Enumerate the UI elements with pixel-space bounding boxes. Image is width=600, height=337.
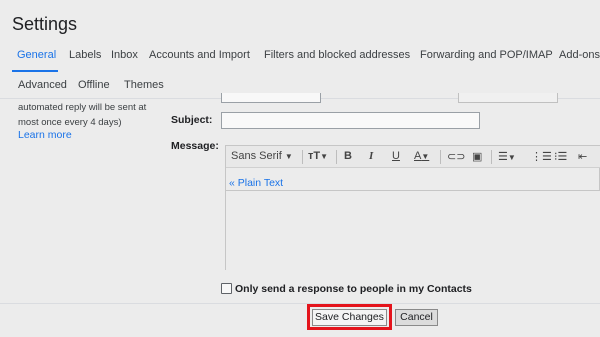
bold-icon[interactable]: B bbox=[344, 150, 352, 162]
page-title: Settings bbox=[12, 14, 78, 34]
contacts-only-checkbox[interactable] bbox=[221, 283, 232, 294]
subject-input[interactable] bbox=[221, 112, 480, 129]
active-tab-indicator bbox=[12, 70, 58, 72]
save-changes-button[interactable]: Save Changes bbox=[312, 309, 387, 326]
contacts-only-label: Only send a response to people in my Con… bbox=[235, 283, 472, 295]
tab-general[interactable]: General bbox=[17, 49, 56, 61]
toolbar-separator bbox=[440, 150, 441, 164]
indent-less-icon[interactable]: ⇤ bbox=[578, 150, 587, 163]
tab-labels[interactable]: Labels bbox=[69, 49, 101, 61]
toolbar-separator bbox=[491, 150, 492, 164]
tab-accounts-and-import[interactable]: Accounts and Import bbox=[149, 49, 250, 61]
tab-inbox[interactable]: Inbox bbox=[111, 49, 138, 61]
chevron-down-icon: ▼ bbox=[284, 152, 293, 161]
settings-tabs: General Labels Inbox Accounts and Import… bbox=[12, 49, 600, 71]
bulleted-list-icon[interactable]: ⁝☰ bbox=[554, 150, 567, 163]
vacation-note-line2: most once every 4 days) bbox=[18, 117, 122, 128]
bottom-divider bbox=[0, 303, 600, 304]
tab-add-ons[interactable]: Add-ons bbox=[559, 49, 600, 61]
last-day-input[interactable] bbox=[458, 93, 558, 103]
align-icon[interactable]: ☰▼ bbox=[498, 150, 516, 163]
message-editor[interactable]: Sans Serif ▼ тT▼ B I U A▼ ⊂⊃ ▣ ☰▼ ⋮☰ ⁝☰ … bbox=[225, 145, 600, 271]
toolbar-separator bbox=[302, 150, 303, 164]
vacation-note: automated reply will be sent at most onc… bbox=[18, 100, 168, 130]
toolbar-separator bbox=[336, 150, 337, 164]
numbered-list-icon[interactable]: ⋮☰ bbox=[531, 150, 552, 163]
plain-text-link[interactable]: « Plain Text bbox=[229, 177, 283, 189]
font-family-value: Sans Serif bbox=[231, 150, 282, 162]
first-day-input[interactable] bbox=[221, 93, 321, 103]
message-body[interactable] bbox=[226, 190, 600, 271]
vacation-note-line1: automated reply will be sent at bbox=[18, 102, 147, 113]
tab-filters[interactable]: Filters and blocked addresses bbox=[264, 49, 410, 61]
tab-advanced[interactable]: Advanced bbox=[18, 79, 67, 91]
formatting-toolbar: Sans Serif ▼ тT▼ B I U A▼ ⊂⊃ ▣ ☰▼ ⋮☰ ⁝☰ … bbox=[226, 146, 600, 168]
text-color-icon[interactable]: A▼ bbox=[414, 150, 429, 162]
cancel-button[interactable]: Cancel bbox=[395, 309, 438, 326]
image-icon[interactable]: ▣ bbox=[472, 150, 482, 163]
text-size-icon[interactable]: тT▼ bbox=[308, 150, 328, 162]
italic-icon[interactable]: I bbox=[369, 150, 373, 162]
learn-more-link[interactable]: Learn more bbox=[18, 129, 72, 141]
underline-icon[interactable]: U bbox=[392, 150, 400, 162]
tab-forwarding[interactable]: Forwarding and POP/IMAP bbox=[420, 49, 553, 61]
tab-offline[interactable]: Offline bbox=[78, 79, 110, 91]
message-label: Message: bbox=[171, 140, 219, 152]
link-icon[interactable]: ⊂⊃ bbox=[447, 150, 465, 163]
font-family-select[interactable]: Sans Serif ▼ bbox=[231, 150, 293, 162]
tab-themes[interactable]: Themes bbox=[124, 79, 164, 91]
subject-label: Subject: bbox=[171, 114, 213, 126]
